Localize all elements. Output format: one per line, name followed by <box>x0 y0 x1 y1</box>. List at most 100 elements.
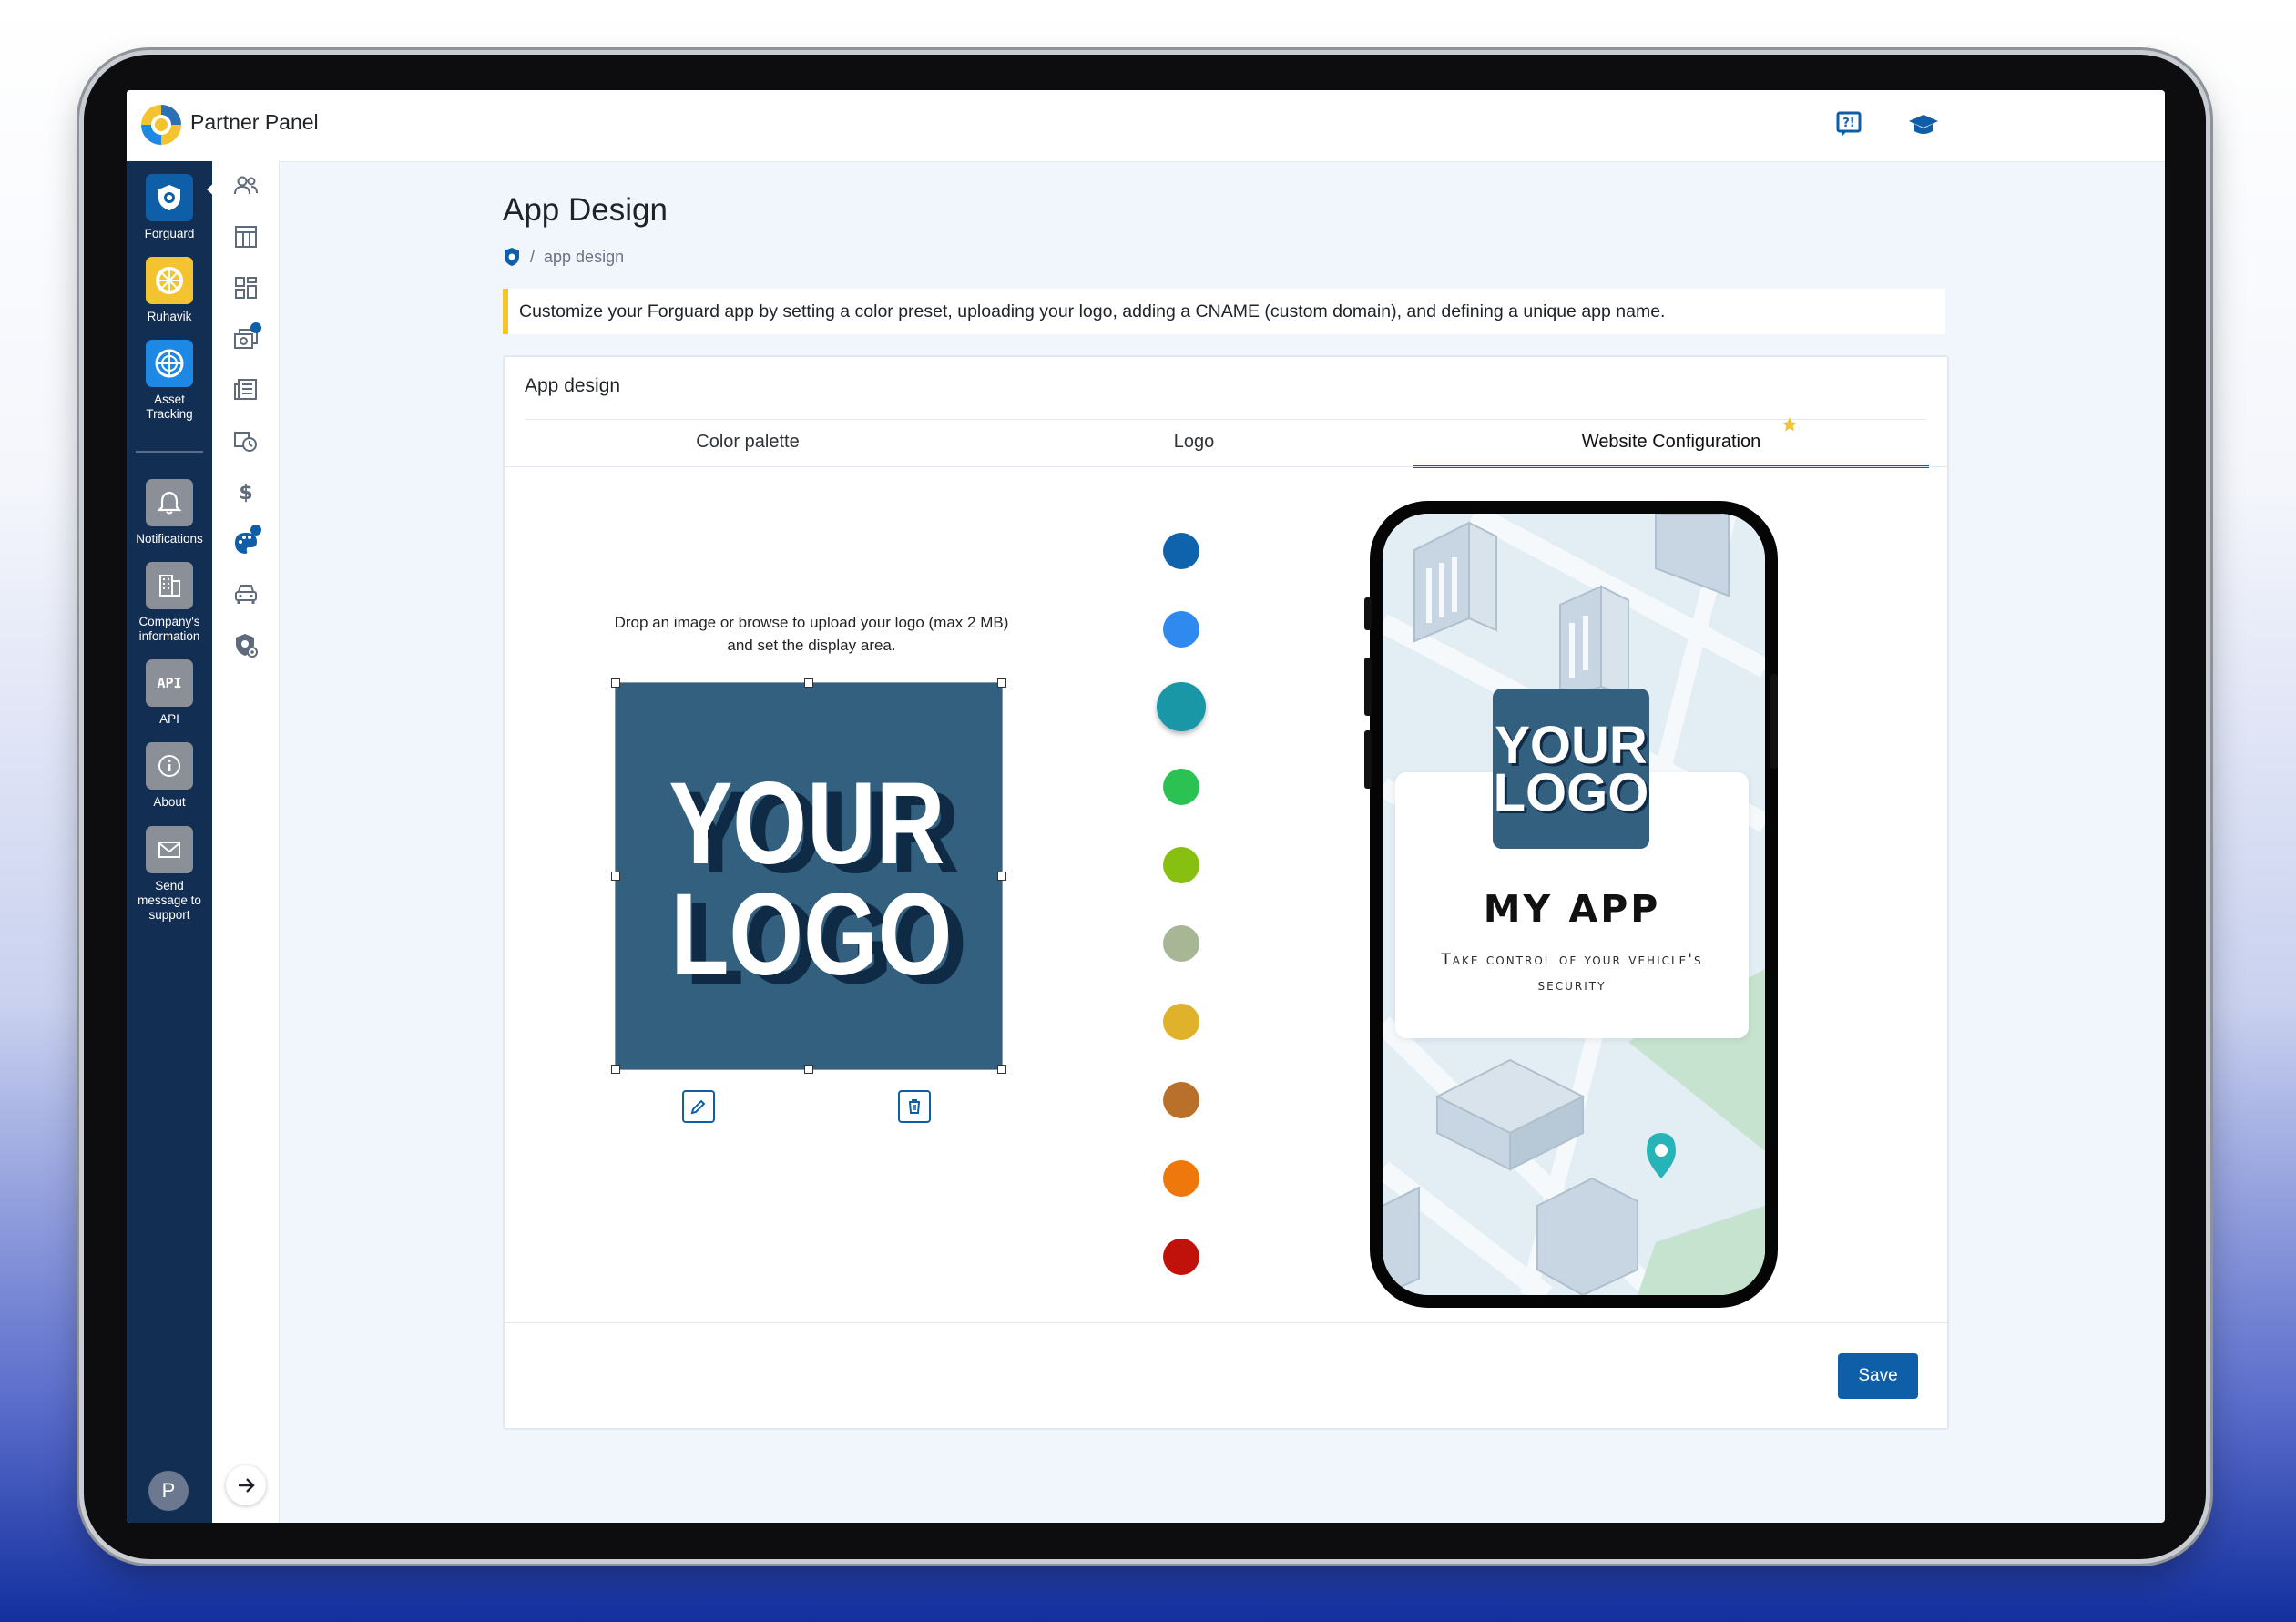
star-icon <box>1782 417 1797 432</box>
color-swatch[interactable] <box>1163 1239 1199 1275</box>
car-icon[interactable] <box>232 580 260 607</box>
breadcrumb-separator: / <box>530 247 536 266</box>
bell-icon <box>146 479 193 526</box>
svg-text:$: $ <box>239 482 252 505</box>
notification-dot <box>250 525 261 536</box>
news-icon[interactable] <box>232 376 260 403</box>
color-swatch[interactable] <box>1163 847 1199 883</box>
crop-handle[interactable] <box>997 872 1006 881</box>
tab-website-configuration[interactable]: Website Configuration <box>1413 417 1929 468</box>
sidebar-divider <box>136 451 203 453</box>
app-tagline: Take control of your vehicle's security <box>1441 951 1703 995</box>
sidebar-item-api[interactable]: API API <box>127 659 212 727</box>
sidebar-item-ruhavik[interactable]: Ruhavik <box>127 257 212 324</box>
card-title: App design <box>525 375 621 396</box>
logo-preview-small: YOUR YOUR LOGO LOGO <box>1494 716 1652 825</box>
crop-handle[interactable] <box>804 1065 813 1074</box>
sidebar-item-label: Asset Tracking <box>146 393 193 421</box>
logo-preview: YOUR YOUR LOGO LOGO <box>668 758 966 1008</box>
logo-text-line2: LOGO <box>1494 763 1649 822</box>
crop-handle[interactable] <box>804 678 813 688</box>
pencil-icon <box>690 1099 706 1115</box>
phone-side-button <box>1364 597 1372 630</box>
api-icon: API <box>146 659 193 707</box>
users-icon[interactable] <box>232 172 260 199</box>
sidebar-item-label: Notifications <box>136 532 203 546</box>
dashboard-icon[interactable] <box>232 274 260 301</box>
phone-side-button <box>1364 730 1372 789</box>
breadcrumb-current: app design <box>544 247 625 266</box>
history-icon[interactable] <box>232 427 260 454</box>
sidebar-item-label: Send message to support <box>138 879 201 922</box>
sidebar-item-company-information[interactable]: Company's information <box>127 562 212 644</box>
sidebar-item-label: Forguard <box>144 227 195 240</box>
trash-icon <box>909 1099 920 1114</box>
notification-dot <box>250 322 261 333</box>
save-button[interactable]: Save <box>1838 1353 1918 1399</box>
color-swatch[interactable] <box>1163 611 1199 648</box>
app-logo-preview: YOUR YOUR LOGO LOGO <box>1493 689 1652 849</box>
sidebar-item-forguard[interactable]: Forguard <box>127 174 212 241</box>
crop-handle[interactable] <box>611 678 620 688</box>
shield-eye-icon[interactable] <box>232 631 260 658</box>
logo-text-line2: LOGO <box>670 869 952 999</box>
sidebar-item-label: About <box>153 795 186 809</box>
logo-upload-area[interactable]: YOUR YOUR LOGO LOGO <box>611 678 1006 1074</box>
sidebar-item-label: Ruhavik <box>147 310 192 323</box>
phone-preview: MY APP Take control of your vehicle's se… <box>1364 501 1778 1308</box>
svg-text:?!: ?! <box>1842 117 1854 130</box>
app-design-card: App design Color palette Logo Website Co… <box>503 355 1949 1430</box>
phone-side-button <box>1770 674 1778 769</box>
section-rail: $ <box>212 161 280 1523</box>
color-swatch-selected[interactable] <box>1157 682 1206 731</box>
tab-divider <box>505 466 1947 467</box>
breadcrumb: / app design <box>503 247 624 267</box>
help-chat-icon[interactable]: ?! <box>1832 108 1867 143</box>
phone-side-button <box>1364 658 1372 716</box>
calculator-icon[interactable] <box>232 223 260 250</box>
color-swatch[interactable] <box>1163 1082 1199 1118</box>
color-swatch[interactable] <box>1163 925 1199 962</box>
sidebar-item-asset-tracking[interactable]: Asset Tracking <box>127 340 212 422</box>
expand-sidebar-button[interactable] <box>226 1465 266 1505</box>
color-swatch[interactable] <box>1163 1004 1199 1040</box>
top-bar: Partner Panel ?! <box>127 90 2165 162</box>
product-sidebar: Forguard Ruhavik Asset Tracking Notifica… <box>127 161 218 1523</box>
forguard-shield-icon[interactable] <box>503 247 521 267</box>
tab-color-palette[interactable]: Color palette <box>525 420 971 465</box>
app-title: Partner Panel <box>190 110 319 134</box>
crop-handle[interactable] <box>997 1065 1006 1074</box>
graduation-cap-icon[interactable] <box>1906 108 1941 143</box>
sidebar-item-about[interactable]: About <box>127 742 212 810</box>
avatar[interactable]: P <box>148 1471 189 1511</box>
app-screen: Partner Panel ?! Forguard Ruhavik Asset … <box>127 90 2165 1523</box>
crop-handle[interactable] <box>611 872 620 881</box>
tab-label: Website Configuration <box>1581 432 1761 452</box>
shield-icon <box>146 174 193 221</box>
app-name: MY APP <box>1483 887 1661 931</box>
delete-logo-button[interactable] <box>898 1090 931 1123</box>
sidebar-item-notifications[interactable]: Notifications <box>127 479 212 546</box>
partner-panel-logo-icon <box>141 105 181 145</box>
asset-tracking-icon <box>146 340 193 387</box>
upload-hint: Drop an image or browse to upload your l… <box>614 614 1009 654</box>
building-icon <box>146 562 193 609</box>
sidebar-item-label: API <box>159 712 179 726</box>
mail-icon <box>146 826 193 873</box>
color-swatch[interactable] <box>1163 769 1199 805</box>
dollar-icon[interactable]: $ <box>232 478 260 505</box>
tab-logo[interactable]: Logo <box>971 420 1417 465</box>
info-banner: Customize your Forguard app by setting a… <box>503 289 1945 334</box>
edit-logo-button[interactable] <box>682 1090 715 1123</box>
sidebar-item-send-message[interactable]: Send message to support <box>127 826 212 923</box>
crop-handle[interactable] <box>997 678 1006 688</box>
color-swatch[interactable] <box>1163 533 1199 569</box>
card-footer-divider <box>505 1322 1947 1323</box>
arrow-right-icon <box>239 1478 255 1493</box>
phone-screen: MY APP Take control of your vehicle's se… <box>1383 514 1765 1295</box>
color-swatch[interactable] <box>1163 1160 1199 1197</box>
tab-bar: Color palette Logo Website Configuration <box>525 417 1929 468</box>
crop-handle[interactable] <box>611 1065 620 1074</box>
page-title: App Design <box>503 192 668 228</box>
sidebar-item-label: Company's information <box>138 615 200 643</box>
